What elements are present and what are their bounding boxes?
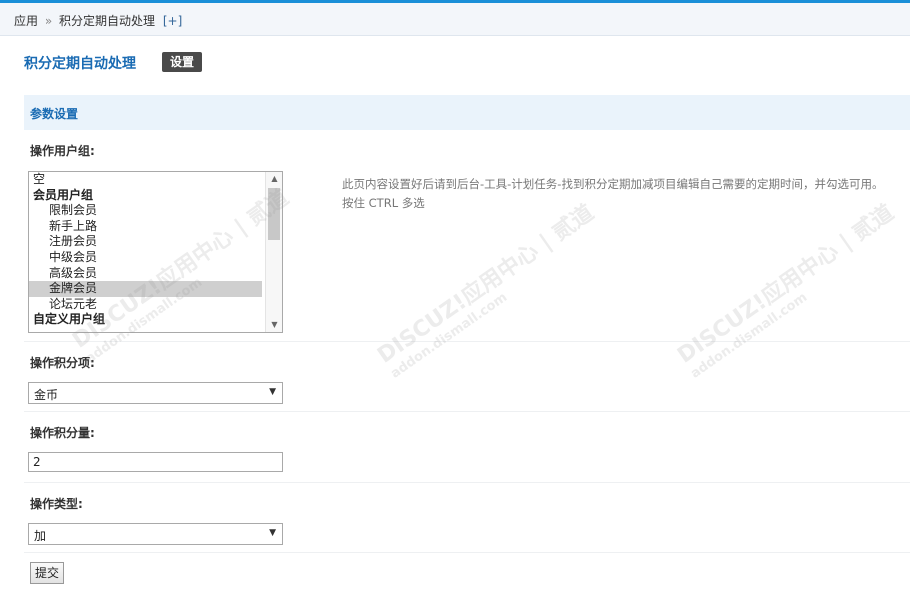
credit-item-value: 金币 [34, 388, 59, 402]
option-group-label: 自定义用户组 [33, 312, 106, 327]
credit-amount-value: 2 [33, 455, 41, 469]
credit-item-select[interactable]: 金币 ▼ [28, 382, 283, 404]
usergroup-option[interactable]: 论坛元老 [29, 297, 282, 313]
option-group-label: 会员用户组 [33, 187, 94, 202]
usergroup-options: 空会员用户组 限制会员 新手上路 注册会员 中级会员 高级会员 金牌会员 论坛元老 自定义用户组 [29, 172, 282, 328]
usergroup-option[interactable]: 新手上路 [29, 219, 282, 235]
divider [24, 341, 910, 342]
usergroup-option[interactable]: 注册会员 [29, 234, 282, 250]
usergroup-option[interactable]: 中级会员 [29, 250, 282, 266]
watermark-logo: DISCUZ!应用中心 | 贰道addon.dismall.com [373, 200, 599, 382]
page-title: 积分定期自动处理 [24, 56, 136, 72]
divider [24, 482, 910, 483]
breadcrumb-current: 积分定期自动处理 [59, 14, 156, 28]
breadcrumb-root[interactable]: 应用 [14, 14, 38, 28]
scroll-down-icon[interactable]: ▼ [266, 318, 282, 332]
chevron-down-icon: ▼ [269, 528, 276, 538]
credit-amount-input[interactable]: 2 [28, 452, 283, 472]
op-type-select[interactable]: 加 ▼ [28, 523, 283, 545]
listbox-scrollbar[interactable]: ▲ ▼ [265, 172, 282, 332]
tip-line-1: 此页内容设置好后请到后台-工具-计划任务-找到积分定期加减项目编辑自己需要的定期… [342, 177, 884, 191]
op-type-label: 操作类型: [30, 497, 83, 511]
usergroup-option[interactable]: 金牌会员 [29, 281, 262, 297]
usergroup-option[interactable]: 空 [29, 172, 282, 188]
submit-button[interactable]: 提交 [30, 562, 64, 584]
settings-button[interactable]: 设置 [162, 52, 203, 72]
divider [24, 552, 910, 553]
op-type-value: 加 [34, 529, 47, 543]
watermark-logo: DISCUZ!应用中心 | 贰道addon.dismall.com [673, 200, 899, 382]
usergroup-multiselect[interactable]: 空会员用户组 限制会员 新手上路 注册会员 中级会员 高级会员 金牌会员 论坛元老 自定义用户组… [28, 171, 283, 333]
breadcrumb-separator: » [44, 14, 53, 28]
credit-item-label: 操作积分项: [30, 356, 95, 370]
breadcrumb: 应用 » 积分定期自动处理 [+] [0, 3, 910, 36]
usergroup-tip: 此页内容设置好后请到后台-工具-计划任务-找到积分定期加减项目编辑自己需要的定期… [342, 175, 883, 213]
usergroup-option[interactable]: 高级会员 [29, 266, 282, 282]
add-shortcut-button[interactable]: [+] [163, 14, 182, 28]
scroll-up-icon[interactable]: ▲ [266, 172, 282, 186]
chevron-down-icon: ▼ [269, 387, 276, 397]
tip-line-2: 按住 CTRL 多选 [342, 196, 425, 210]
scroll-thumb[interactable] [268, 188, 280, 240]
section-header: 参数设置 [24, 95, 910, 130]
divider [24, 411, 910, 412]
usergroup-option[interactable]: 限制会员 [29, 203, 282, 219]
credit-amount-label: 操作积分量: [30, 426, 95, 440]
usergroup-label: 操作用户组: [30, 144, 95, 158]
section-title: 参数设置 [30, 107, 79, 121]
